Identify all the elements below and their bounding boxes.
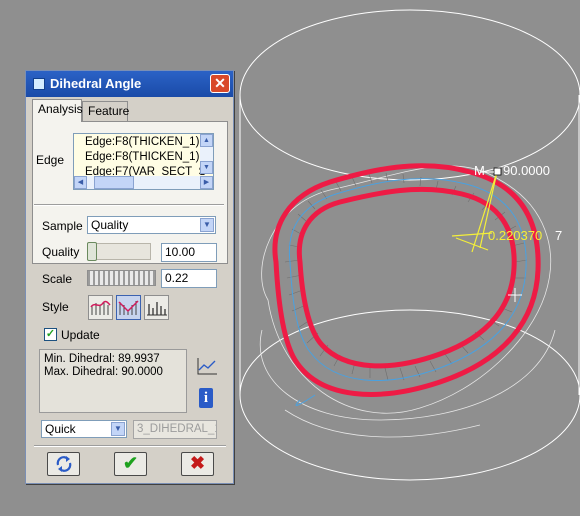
style-fan-button[interactable]: [116, 295, 141, 320]
separator: [34, 445, 226, 447]
scroll-up-icon[interactable]: ▲: [200, 134, 213, 147]
dimension-handle: [493, 167, 502, 176]
chevron-down-icon[interactable]: ▼: [111, 422, 125, 436]
cancel-button[interactable]: ✖: [181, 452, 214, 476]
max-dihedral-text: Max. Dihedral: 90.0000: [44, 366, 163, 378]
mode-select-value: Quick: [45, 422, 76, 436]
info-icon[interactable]: i: [199, 388, 213, 408]
window-icon: [33, 78, 45, 90]
style-bars-button[interactable]: [144, 295, 169, 320]
repaint-button[interactable]: [47, 452, 80, 476]
sample-select[interactable]: Quality ▼: [87, 216, 216, 234]
style-bars-icon: [147, 302, 167, 316]
edge-list-item[interactable]: Edge:F8(THICKEN_1) I: [85, 135, 206, 150]
quality-slider-thumb[interactable]: [87, 242, 97, 261]
mode-select[interactable]: Quick ▼: [41, 420, 127, 438]
style-continuous-button[interactable]: [88, 295, 113, 320]
separator: [34, 204, 224, 206]
edge-list-vscrollbar[interactable]: ▲ ▼: [200, 134, 213, 174]
dihedral-angle-label: 90.0000: [503, 163, 550, 178]
edge-list-hscrollbar[interactable]: ◀ ▶: [74, 176, 213, 189]
tab-feature[interactable]: Feature: [82, 101, 129, 121]
scroll-right-icon[interactable]: ▶: [200, 176, 213, 189]
sample-select-value: Quality: [91, 218, 129, 232]
results-box: Min. Dihedral: 89.9937 Max. Dihedral: 90…: [39, 349, 187, 413]
dimension-prefix-label: M: [474, 163, 485, 178]
style-fan-icon: [118, 300, 139, 315]
scroll-down-icon[interactable]: ▼: [200, 161, 213, 174]
dihedral-scale-suffix: 7: [555, 228, 563, 243]
graph-icon[interactable]: [196, 356, 218, 376]
quality-input[interactable]: 10.00: [161, 243, 217, 262]
edge-list-item[interactable]: Edge:F8(THICKEN_1) I: [85, 150, 206, 165]
repaint-icon: [56, 456, 71, 472]
dialog-title-bar[interactable]: Dihedral Angle ✕: [26, 71, 233, 97]
tab-analysis[interactable]: Analysis: [32, 99, 83, 122]
scroll-left-icon[interactable]: ◀: [74, 176, 87, 189]
edge-label: Edge: [36, 153, 65, 167]
ok-button[interactable]: ✔: [114, 452, 147, 476]
dihedral-scale-label: 0.220370: [488, 228, 543, 243]
update-checkbox[interactable]: ✓: [44, 328, 57, 341]
chevron-down-icon[interactable]: ▼: [200, 218, 214, 232]
quality-label: Quality: [42, 245, 80, 259]
update-label: Update: [61, 328, 100, 342]
hscroll-thumb[interactable]: [94, 176, 134, 189]
style-label: Style: [42, 300, 69, 314]
sample-label: Sample: [42, 219, 83, 233]
close-button[interactable]: ✕: [210, 74, 230, 93]
scale-label: Scale: [42, 272, 73, 286]
style-continuous-icon: [90, 300, 111, 315]
dihedral-angle-dialog: Dihedral Angle ✕ Analysis Feature Edge E…: [25, 70, 234, 484]
min-dihedral-text: Min. Dihedral: 89.9937: [44, 353, 160, 365]
scale-input[interactable]: 0.22: [161, 269, 217, 288]
scale-thumbwheel[interactable]: [87, 270, 156, 286]
dialog-title: Dihedral Angle: [50, 76, 142, 91]
feature-name-field[interactable]: 3_DIHEDRAL_1: [133, 420, 217, 439]
edge-list[interactable]: Edge:F8(THICKEN_1) I Edge:F8(THICKEN_1) …: [73, 133, 214, 190]
